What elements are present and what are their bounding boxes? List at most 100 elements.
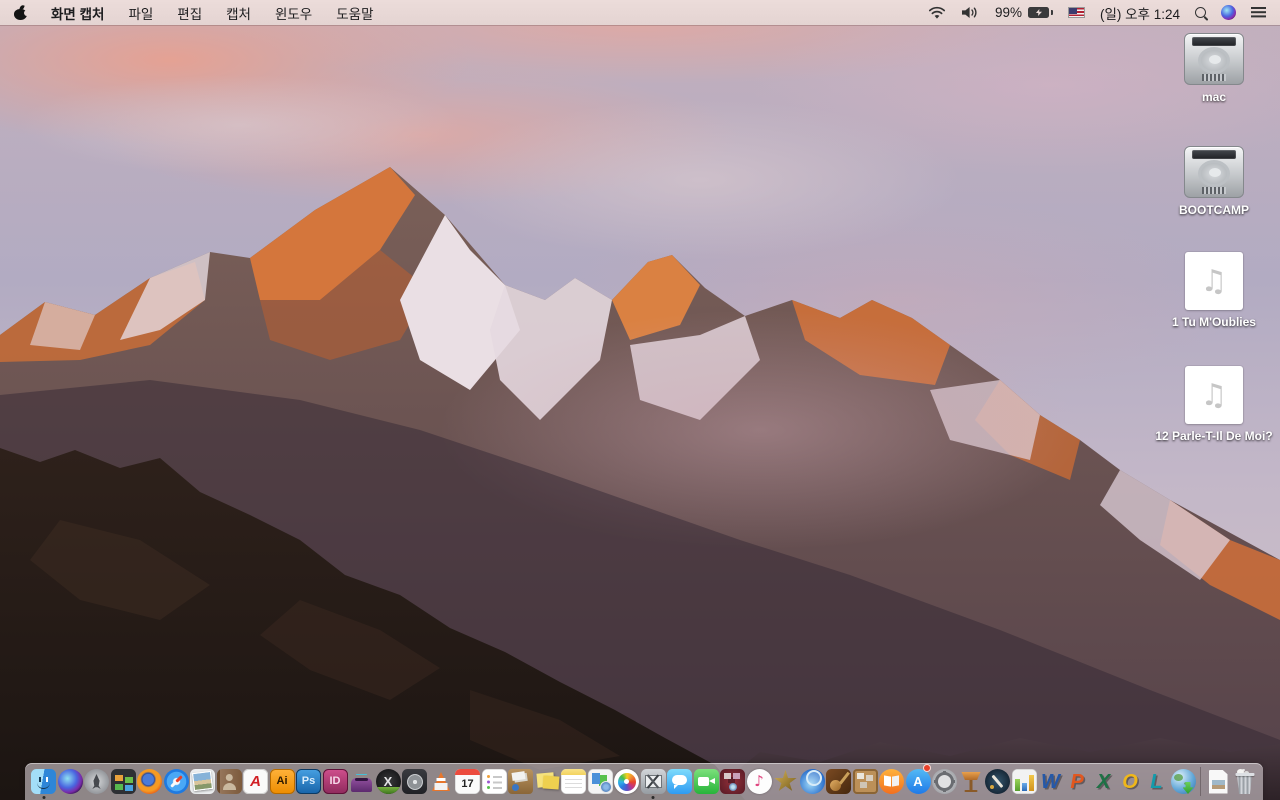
- dock-document-file[interactable]: [1206, 763, 1231, 800]
- audio-file-icon: ♫: [1185, 366, 1243, 424]
- desktop-icon-audio-file-2[interactable]: ♫ 12 Parle-T-Il De Moi?: [1154, 366, 1274, 445]
- dock-system-preferences[interactable]: [932, 763, 957, 800]
- dock-ibooks[interactable]: [879, 763, 904, 800]
- itunes-glyph: ♪: [754, 772, 764, 790]
- photoshop-glyph: Ps: [301, 775, 316, 787]
- dock-photoshop[interactable]: Ps: [296, 763, 321, 800]
- dock-reminders[interactable]: [481, 763, 507, 800]
- dock-itunes[interactable]: ♪: [746, 763, 772, 800]
- pages-icon: [985, 769, 1010, 794]
- music-note-glyph: ♫: [1200, 263, 1228, 299]
- dock-facetime[interactable]: [693, 763, 719, 800]
- apple-menu-icon[interactable]: [14, 4, 30, 20]
- dock-acrobat[interactable]: A: [243, 763, 268, 800]
- battery-cap: [1050, 10, 1053, 15]
- dock-firefox[interactable]: [137, 763, 162, 800]
- dock-disk-tool[interactable]: [402, 763, 427, 800]
- notes-icon: [561, 769, 586, 794]
- dock-notes[interactable]: [561, 763, 586, 800]
- dock-trash[interactable]: [1232, 763, 1257, 800]
- photo-booth-icon: [720, 769, 745, 794]
- dock-vlc[interactable]: [429, 763, 454, 800]
- app-store-glyph: A: [913, 774, 923, 789]
- dock-garageband[interactable]: [826, 763, 851, 800]
- dock-screen-capture[interactable]: [640, 763, 666, 800]
- dock-documents[interactable]: [587, 763, 613, 800]
- itunes-icon: ♪: [746, 769, 772, 794]
- hdd-top-detail: [1192, 150, 1236, 159]
- dock-app-store[interactable]: A: [905, 763, 931, 800]
- dock-keynote[interactable]: [959, 763, 984, 800]
- dock-pages[interactable]: [985, 763, 1010, 800]
- dock-launchpad[interactable]: [84, 763, 109, 800]
- illustrator-icon: Ai: [269, 769, 295, 794]
- dock-powerpoint[interactable]: P: [1065, 763, 1090, 800]
- spotlight-icon[interactable]: [1195, 7, 1206, 18]
- desktop-icon-volume-mac[interactable]: mac: [1154, 33, 1274, 106]
- dock-finder[interactable]: [31, 763, 56, 800]
- input-language-flag-icon[interactable]: [1067, 7, 1085, 18]
- hdd-vents: [1202, 187, 1226, 194]
- document-file-icon: [1208, 769, 1228, 794]
- dock-calendar[interactable]: 17: [455, 763, 480, 800]
- dock-contacts[interactable]: [216, 763, 242, 800]
- numbers-icon: [1011, 769, 1037, 794]
- desktop-icon-label: mac: [1201, 90, 1227, 104]
- desktop-icon-volume-bootcamp[interactable]: BOOTCAMP: [1154, 146, 1274, 219]
- trash-part-crumple: [1237, 769, 1244, 775]
- dock-media-player[interactable]: [799, 763, 825, 800]
- dock-lync[interactable]: L: [1144, 763, 1169, 800]
- dock-stickies[interactable]: [535, 763, 560, 800]
- dock-star-app[interactable]: [773, 763, 798, 800]
- menu-clock[interactable]: (일) 오후 1:24: [1100, 3, 1180, 23]
- menu-capture[interactable]: 캡처: [226, 3, 251, 23]
- garageband-icon: [826, 769, 851, 794]
- dock-x-media[interactable]: X: [375, 763, 401, 800]
- menu-app-name[interactable]: 화면 캡처: [51, 3, 104, 23]
- notification-badge: [922, 764, 931, 772]
- mission-control-icon: [110, 769, 136, 794]
- powerpoint-glyph: P: [1070, 770, 1084, 793]
- app-menus: 화면 캡처 파일 편집 캡처 윈도우 도움말: [51, 3, 374, 23]
- dock-indesign[interactable]: ID: [322, 763, 348, 800]
- dock-siri[interactable]: [57, 763, 83, 800]
- hdd-platter: [1198, 160, 1230, 187]
- dock-illustrator[interactable]: Ai: [269, 763, 295, 800]
- dock-mail-archive[interactable]: [508, 763, 533, 800]
- dock-word[interactable]: W: [1038, 763, 1063, 800]
- dock-photos[interactable]: [614, 763, 639, 800]
- desktop: 화면 캡처 파일 편집 캡처 윈도우 도움말 99% (일) 오후 1:24 m…: [0, 0, 1280, 800]
- dock-numbers[interactable]: [1011, 763, 1037, 800]
- dock-messages[interactable]: [667, 763, 692, 800]
- dock-divider: [1200, 767, 1201, 796]
- siri-icon: [57, 769, 83, 794]
- dock-excel[interactable]: X: [1091, 763, 1116, 800]
- dock-mission-control[interactable]: [110, 763, 136, 800]
- safari-icon: [163, 769, 189, 794]
- reminders-icon: [481, 769, 507, 794]
- menu-edit[interactable]: 편집: [177, 3, 202, 23]
- siri-menu-icon[interactable]: [1221, 5, 1236, 20]
- hdd-vents: [1202, 74, 1226, 81]
- vlc-icon: [429, 769, 454, 794]
- desktop-icon-audio-file-1[interactable]: ♫ 1 Tu M'Oublies: [1154, 252, 1274, 331]
- menu-file[interactable]: 파일: [128, 3, 153, 23]
- menu-window[interactable]: 윈도우: [275, 3, 312, 23]
- dock-photo-booth[interactable]: [720, 763, 745, 800]
- dock-toast[interactable]: [349, 763, 374, 800]
- dock-ms-autoupdate[interactable]: [1170, 763, 1196, 800]
- dock-preview[interactable]: [190, 763, 215, 800]
- excel-glyph: X: [1096, 770, 1111, 793]
- menu-help[interactable]: 도움말: [336, 3, 373, 23]
- toast-icon: [349, 769, 374, 794]
- notification-center-icon[interactable]: [1251, 7, 1266, 18]
- desktop-icon-label: 12 Parle-T-Il De Moi?: [1155, 429, 1273, 443]
- wifi-icon[interactable]: [928, 6, 946, 20]
- trash-icon: [1232, 769, 1257, 794]
- dock-outlook[interactable]: O: [1118, 763, 1143, 800]
- dock-corkboard[interactable]: [852, 763, 878, 800]
- disk-tool-icon: [402, 769, 427, 794]
- battery-indicator[interactable]: 99%: [995, 5, 1053, 20]
- dock-safari[interactable]: [163, 763, 189, 800]
- volume-icon[interactable]: [961, 6, 980, 19]
